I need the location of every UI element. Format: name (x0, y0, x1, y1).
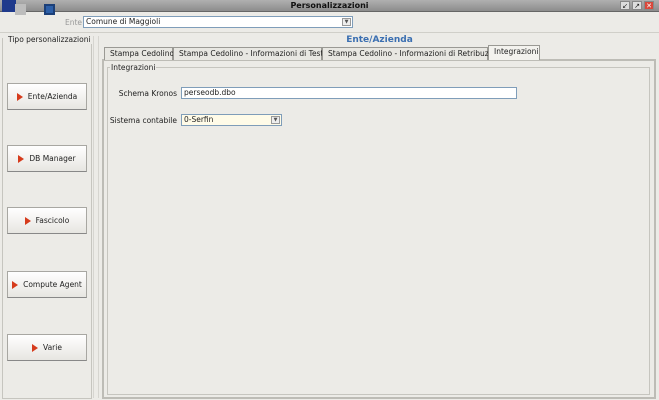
play-arrow-icon (24, 216, 31, 225)
close-icon[interactable]: ✕ (644, 1, 654, 10)
sidebar-legend: Tipo personalizzazioni (6, 35, 93, 44)
minimize-icon[interactable]: ↙ (620, 1, 630, 10)
sidebar-item-db-manager[interactable]: DB Manager (7, 145, 87, 172)
sistema-contabile-value: 0-Serfin (184, 115, 214, 124)
chevron-down-icon[interactable]: ▼ (342, 18, 351, 26)
section-title: Ente/Azienda (346, 35, 413, 45)
sistema-contabile-label: Sistema contabile (109, 116, 177, 125)
maximize-icon[interactable]: ↗ (632, 1, 642, 10)
sidebar-item-fascicolo[interactable]: Fascicolo (7, 207, 87, 234)
sidebar-item-label: Ente/Azienda (27, 92, 78, 101)
schema-kronos-label: Schema Kronos (118, 89, 177, 98)
play-arrow-icon (18, 154, 25, 163)
sidebar-item-label: Varie (43, 343, 62, 352)
tab-informazioni-testata[interactable]: Stampa Cedolino - Informazioni di Testat… (173, 47, 336, 60)
sidebar-item-label: Fascicolo (35, 216, 70, 225)
tab-stampa-cedolino[interactable]: Stampa Cedolino (104, 47, 174, 60)
save-icon[interactable] (44, 4, 55, 15)
sidebar-item-label: Compute Agent (23, 280, 82, 289)
sidebar-item-varie[interactable]: Varie (7, 334, 87, 361)
play-arrow-icon (32, 343, 39, 352)
sistema-contabile-select[interactable]: 0-Serfin ▼ (181, 114, 282, 126)
sidebar-item-ente-azienda[interactable]: Ente/Azienda (7, 83, 87, 110)
sidebar-item-label: DB Manager (29, 154, 76, 163)
schema-kronos-input[interactable]: perseodb.dbo (181, 87, 517, 99)
tab-informazioni-retribuzione[interactable]: Stampa Cedolino - Informazioni di Retrib… (322, 47, 505, 60)
sidebar-item-compute-agent[interactable]: Compute Agent (7, 271, 87, 298)
ente-value: Comune di Maggioli (86, 17, 161, 26)
tab-integrazioni[interactable]: Integrazioni (488, 45, 540, 60)
play-arrow-icon (12, 280, 19, 289)
ente-label: Ente (65, 18, 83, 27)
chevron-down-icon[interactable]: ▼ (271, 116, 280, 124)
ente-select[interactable]: Comune di Maggioli ▼ (83, 16, 353, 28)
new-document-icon[interactable] (15, 4, 26, 15)
group-title: Integrazioni (110, 63, 157, 72)
window-title: Personalizzazioni (290, 1, 369, 10)
play-arrow-icon (16, 92, 23, 101)
